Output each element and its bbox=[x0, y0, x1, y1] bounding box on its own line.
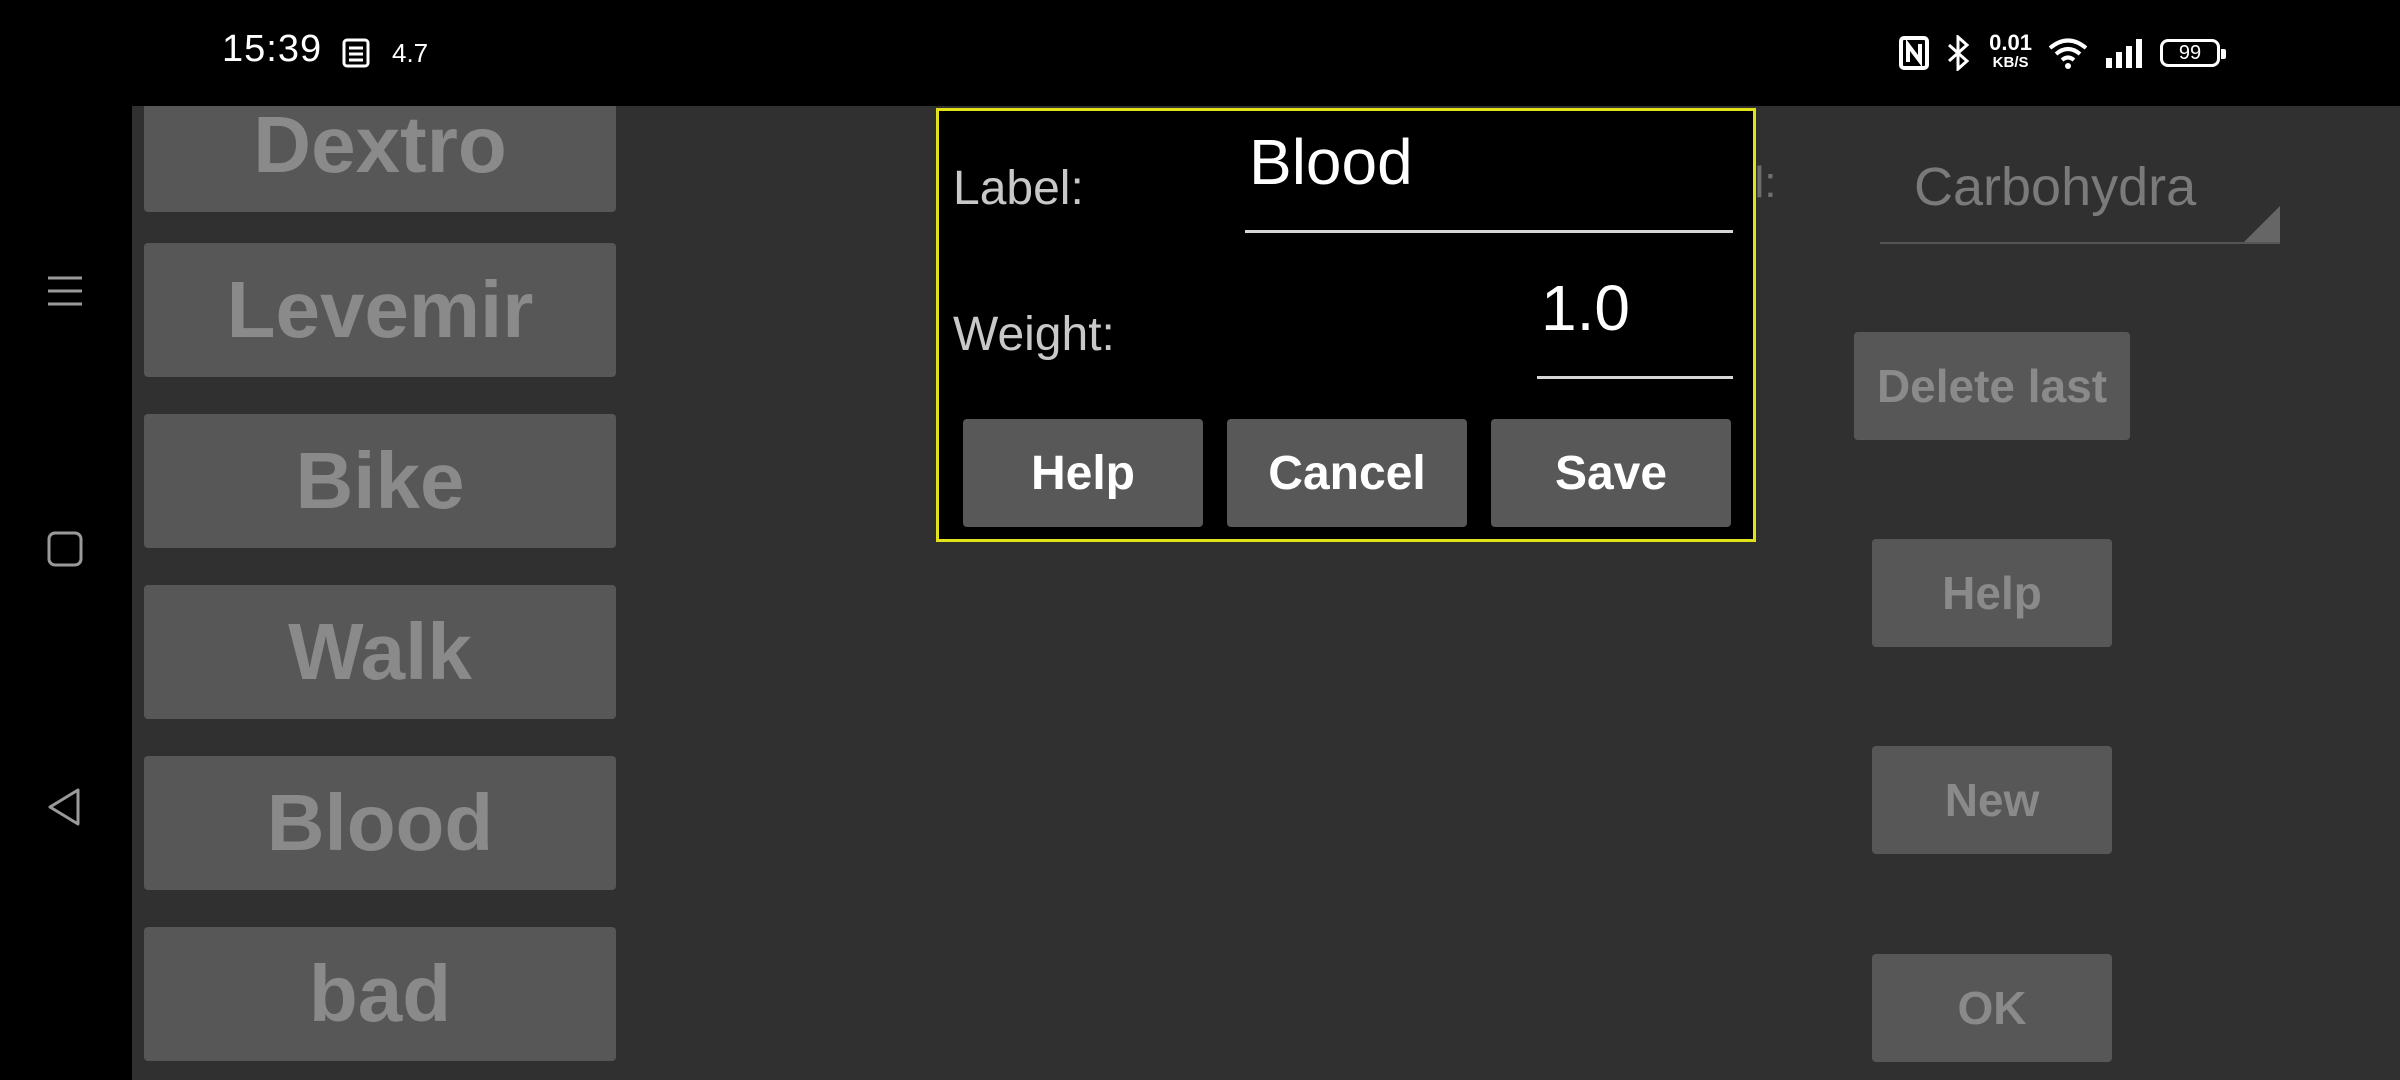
event-button-levemir[interactable]: Levemir bbox=[144, 243, 616, 377]
nfc-icon bbox=[1899, 36, 1930, 70]
bluetooth-icon bbox=[1948, 35, 1970, 71]
dialog-cancel-button[interactable]: Cancel bbox=[1227, 419, 1467, 527]
category-spinner[interactable]: Carbohydra bbox=[1880, 136, 2280, 244]
menu-icon[interactable] bbox=[44, 270, 86, 312]
weight-caption: Weight: bbox=[953, 308, 1115, 361]
event-button-bike[interactable]: Bike bbox=[144, 414, 616, 548]
delete-last-button[interactable]: Delete last bbox=[1854, 332, 2130, 440]
net-speed-unit: KB/S bbox=[1992, 54, 2029, 71]
wifi-icon bbox=[2048, 38, 2088, 69]
battery-icon: 99 bbox=[2160, 39, 2226, 67]
status-speed: 4.7 bbox=[392, 38, 429, 68]
weight-input[interactable]: 1.0 bbox=[1537, 263, 1733, 379]
net-speed-value: 0.01 bbox=[1989, 30, 2032, 55]
event-button-bad[interactable]: bad bbox=[144, 927, 616, 1061]
nav-rail bbox=[0, 106, 132, 1080]
back-triangle-icon[interactable] bbox=[44, 786, 86, 828]
dialog-help-button[interactable]: Help bbox=[963, 419, 1203, 527]
signal-icon bbox=[2106, 39, 2142, 68]
status-bar: 15:39 4.7 0.01 KB/S 99 bbox=[0, 0, 2400, 106]
net-speed: 0.01 KB/S bbox=[1989, 30, 2032, 73]
event-button-blood[interactable]: Blood bbox=[144, 756, 616, 890]
status-time: 15:39 bbox=[222, 28, 323, 70]
dialog-save-button[interactable]: Save bbox=[1491, 419, 1731, 527]
spinner-value: Carbohydra bbox=[1914, 157, 2197, 217]
message-icon bbox=[342, 38, 370, 68]
status-icons: 0.01 KB/S 99 bbox=[1899, 30, 2226, 76]
event-button-dextro[interactable]: Dextro bbox=[144, 106, 616, 212]
dropdown-triangle-icon bbox=[2244, 206, 2280, 242]
label-input[interactable]: Blood bbox=[1245, 117, 1733, 233]
event-button-walk[interactable]: Walk bbox=[144, 585, 616, 719]
battery-level: 99 bbox=[2178, 41, 2202, 64]
edit-dialog: Label: Blood Weight: 1.0 Help Cancel Sav… bbox=[936, 108, 1756, 542]
new-button[interactable]: New bbox=[1872, 746, 2112, 854]
ok-button[interactable]: OK bbox=[1872, 954, 2112, 1062]
label-caption: Label: bbox=[953, 162, 1084, 215]
background-help-button[interactable]: Help bbox=[1872, 539, 2112, 647]
home-square-icon[interactable] bbox=[44, 528, 86, 570]
